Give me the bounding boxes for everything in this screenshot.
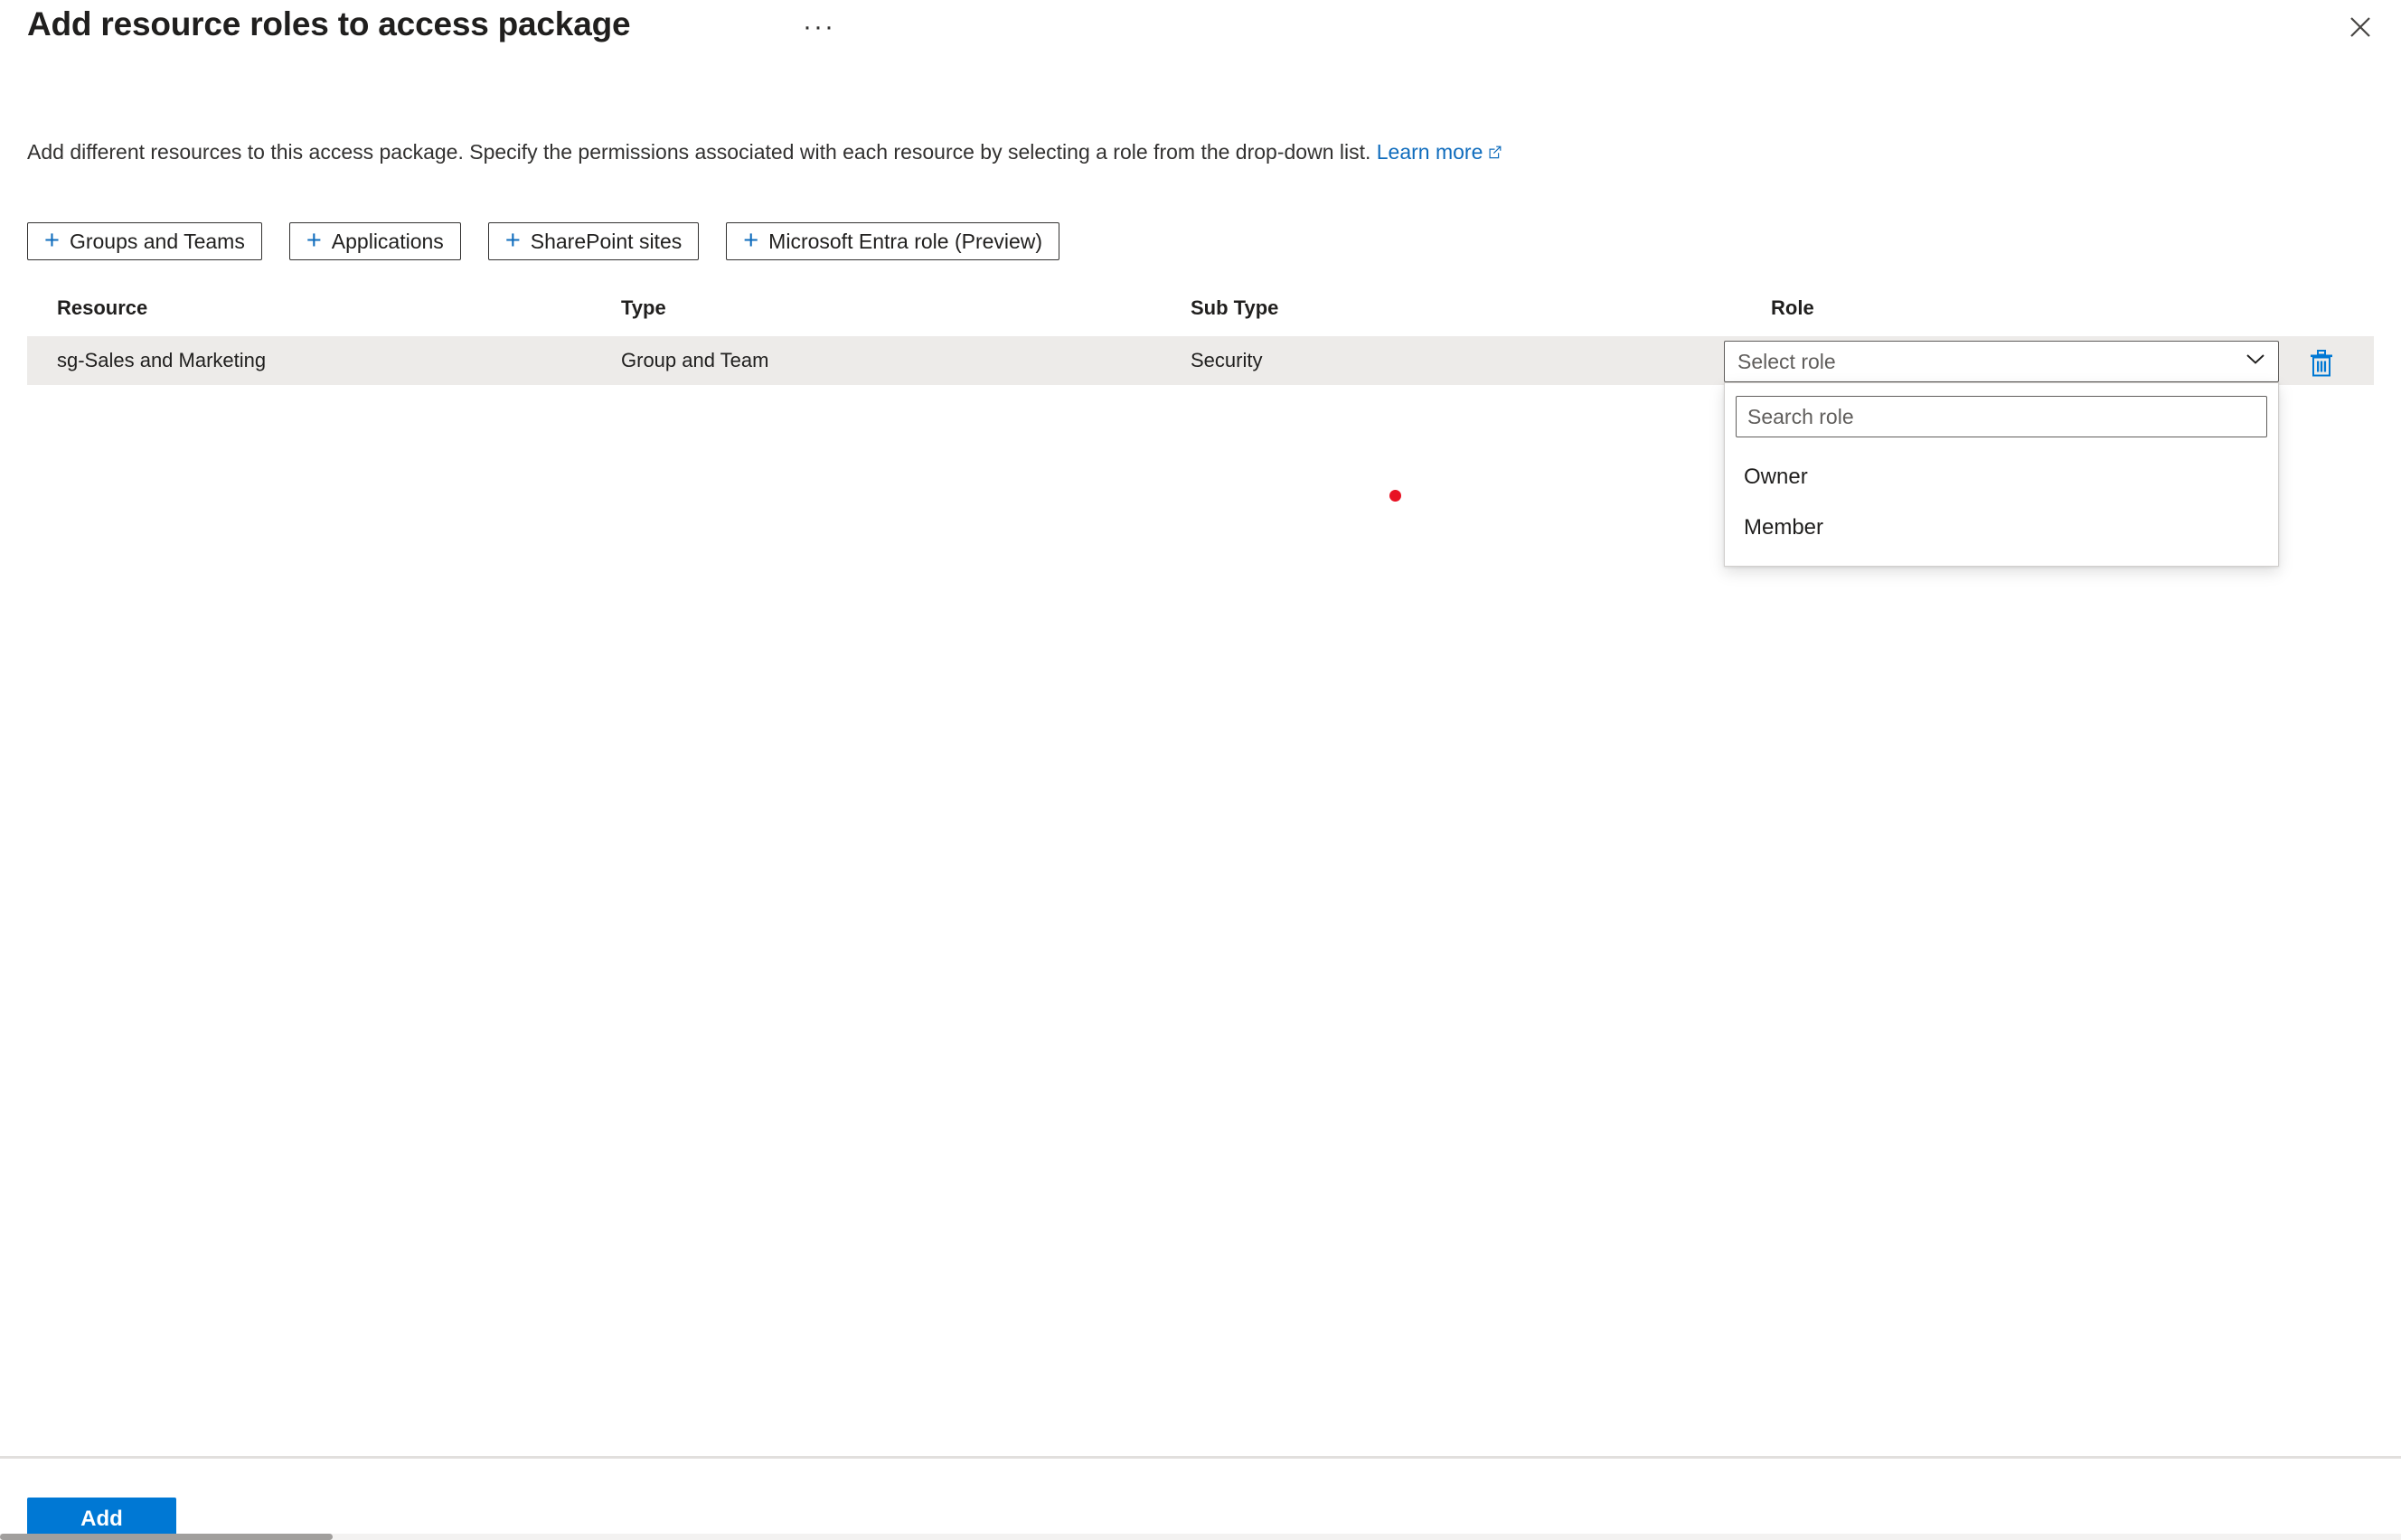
add-applications-button[interactable]: + Applications: [288, 222, 461, 260]
footer-divider: [0, 1456, 2401, 1459]
close-icon: [2349, 15, 2372, 39]
command-label: Applications: [331, 229, 444, 253]
blade-header: Add resource roles to access package ···: [0, 0, 2401, 65]
table-header-row: Resource Type Sub Type Role: [27, 286, 2374, 336]
add-groups-and-teams-button[interactable]: + Groups and Teams: [27, 222, 262, 260]
plus-icon: +: [44, 225, 60, 255]
cursor-marker: [1389, 490, 1401, 502]
description-text: Add different resources to this access p…: [27, 140, 1371, 164]
role-dropdown-panel: Owner Member: [1724, 382, 2279, 567]
add-sharepoint-sites-button[interactable]: + SharePoint sites: [487, 222, 700, 260]
column-header-type: Type: [621, 296, 666, 319]
role-options-list: Owner Member: [1736, 452, 2267, 553]
role-select-value: Select role: [1737, 349, 1836, 373]
add-microsoft-entra-role-button[interactable]: + Microsoft Entra role (Preview): [726, 222, 1060, 260]
command-label: SharePoint sites: [530, 229, 683, 253]
command-bar: + Groups and Teams + Applications + Shar…: [27, 222, 1060, 260]
role-dropdown: Select role Owner Member: [1724, 341, 2279, 567]
plus-icon: +: [504, 225, 521, 255]
plus-icon: +: [743, 225, 759, 255]
blade-description: Add different resources to this access p…: [27, 137, 1503, 167]
horizontal-scrollbar-thumb[interactable]: [0, 1534, 333, 1540]
learn-more-label: Learn more: [1376, 140, 1483, 164]
more-options-icon[interactable]: ···: [803, 14, 835, 41]
command-label: Microsoft Entra role (Preview): [768, 229, 1043, 253]
plus-icon: +: [306, 225, 322, 255]
delete-resource-button[interactable]: [2303, 346, 2340, 382]
role-option-member[interactable]: Member: [1736, 502, 2267, 553]
cell-resource: sg-Sales and Marketing: [57, 349, 267, 371]
add-resource-roles-blade: Add resource roles to access package ···…: [0, 0, 2401, 1540]
role-select-combobox[interactable]: Select role: [1724, 341, 2279, 382]
page-title: Add resource roles to access package: [27, 5, 631, 42]
external-link-icon: [1487, 138, 1503, 167]
horizontal-scrollbar-track[interactable]: [0, 1534, 2401, 1540]
role-option-owner[interactable]: Owner: [1736, 452, 2267, 502]
learn-more-link[interactable]: Learn more: [1377, 140, 1504, 164]
column-header-resource: Resource: [57, 296, 148, 319]
cell-sub-type: Security: [1191, 349, 1263, 371]
trash-icon: [2308, 349, 2335, 380]
role-search-input[interactable]: [1736, 396, 2267, 437]
chevron-down-icon: [2246, 353, 2265, 371]
command-label: Groups and Teams: [69, 229, 245, 253]
close-button[interactable]: [2332, 2, 2388, 52]
column-header-role: Role: [1771, 296, 1814, 319]
cell-type: Group and Team: [621, 349, 769, 371]
column-header-sub-type: Sub Type: [1191, 296, 1279, 319]
